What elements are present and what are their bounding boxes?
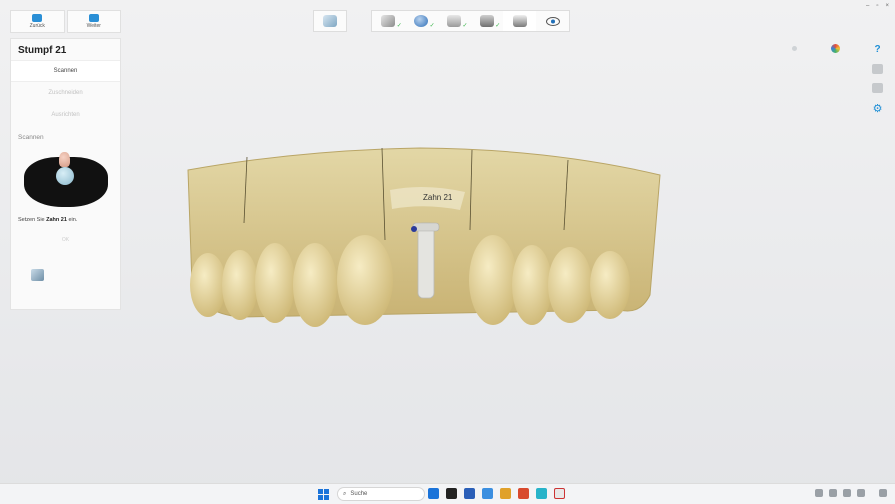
system-tray [815, 489, 887, 497]
next-button[interactable]: Weiter [66, 10, 121, 33]
model-scan-icon [479, 15, 494, 27]
back-label: Zurück [29, 23, 45, 29]
step-align[interactable]: Ausrichten [11, 104, 120, 126]
export-icon[interactable] [872, 64, 883, 74]
tool-upper-jaw[interactable]: ✓ [372, 11, 405, 31]
tray-icon[interactable] [815, 489, 823, 497]
close-button[interactable]: × [885, 3, 889, 9]
model-icon[interactable] [872, 83, 883, 93]
workflow-panel: Stumpf 21 Scannen Zuschneiden Ausrichten… [10, 38, 121, 310]
upper-jaw-scan-icon [381, 15, 396, 27]
overview-icon [323, 15, 337, 27]
tray-icon[interactable] [857, 489, 865, 497]
app-icon[interactable] [536, 488, 547, 499]
app-icon[interactable] [554, 488, 565, 499]
stump-scan-icon [512, 15, 527, 27]
instruction-text: Setzen Sie Zahn 21 ein. [18, 217, 78, 223]
restore-button[interactable]: ▫ [876, 3, 878, 9]
step-scan[interactable]: Scannen [11, 60, 120, 82]
window-controls: – ▫ × [866, 3, 889, 9]
taskbar-apps [428, 488, 565, 499]
step-trim[interactable]: Zuschneiden [11, 82, 120, 104]
view-eye-icon [545, 16, 560, 26]
app-icon[interactable] [482, 488, 493, 499]
app-icon[interactable] [464, 488, 475, 499]
minimize-button[interactable]: – [866, 3, 869, 9]
search-placeholder: Suche [350, 491, 368, 497]
tooth-label: Zahn 21 [423, 193, 453, 202]
panel-title: Stumpf 21 [18, 45, 67, 56]
step-navigation: Zurück Weiter [10, 10, 121, 33]
status-indicator [792, 46, 797, 51]
settings-icon[interactable]: ⚙ [873, 102, 883, 115]
taskbar: ⌕ Suche [0, 483, 895, 504]
next-label: Weiter [86, 23, 101, 29]
search-icon: ⌕ [343, 490, 347, 497]
tool-model[interactable]: ✓ [470, 11, 503, 31]
next-icon [88, 14, 99, 22]
section-label: Scannen [18, 134, 44, 141]
scan-tool-icon[interactable] [31, 269, 44, 281]
dental-model-viewport[interactable] [180, 145, 665, 345]
ok-button[interactable]: OK [11, 223, 120, 243]
start-button[interactable] [318, 489, 329, 500]
tray-icon[interactable] [879, 489, 887, 497]
app-icon[interactable] [446, 488, 457, 499]
app-icon[interactable] [518, 488, 529, 499]
tray-icon[interactable] [843, 489, 851, 497]
back-button[interactable]: Zurück [10, 10, 65, 33]
app-icon[interactable] [428, 488, 439, 499]
right-toolbar: ? ⚙ [872, 44, 883, 115]
bite-scan-icon [447, 15, 462, 27]
back-icon [32, 14, 43, 22]
stump-preview-image [22, 149, 110, 207]
taskbar-search[interactable]: ⌕ Suche [337, 487, 425, 501]
help-icon[interactable]: ? [874, 44, 880, 55]
lower-jaw-scan-icon [414, 15, 429, 27]
tool-view[interactable] [536, 11, 569, 31]
app-icon[interactable] [500, 488, 511, 499]
tool-bite[interactable]: ✓ [438, 11, 471, 31]
scan-toolbar: ✓ ✓ ✓ ✓ [371, 10, 570, 32]
overview-button[interactable] [313, 10, 347, 32]
color-mode-icon[interactable] [831, 44, 840, 53]
tray-icon[interactable] [829, 489, 837, 497]
tool-lower-jaw[interactable]: ✓ [405, 11, 438, 31]
tool-stump[interactable] [503, 11, 537, 31]
